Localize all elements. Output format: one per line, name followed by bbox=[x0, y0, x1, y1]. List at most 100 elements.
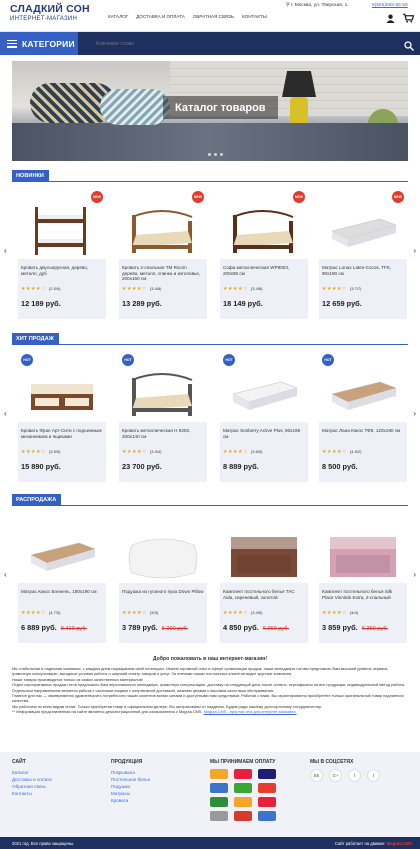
categories-button[interactable]: КАТЕГОРИИ bbox=[0, 32, 78, 55]
slider-dot[interactable] bbox=[214, 153, 217, 156]
banner-slider[interactable]: Каталог товаров bbox=[12, 61, 408, 161]
product-card[interactable]: HOT Кровать металлическая Н 9203, 200х140… bbox=[119, 354, 207, 482]
product-price: 3 859 руб. 6 250 руб. bbox=[322, 623, 404, 632]
product-name[interactable]: Кровать Фран Арт-Сити с подъемным механи… bbox=[21, 428, 103, 445]
carousel-prev-icon[interactable]: ‹ bbox=[4, 570, 7, 579]
product-name[interactable]: Матрас Lonax Latex-Cocos, ТFK, 90х190 см bbox=[322, 265, 404, 282]
price-old: 6 250 руб. bbox=[262, 626, 289, 632]
payment-method-icon bbox=[210, 769, 228, 779]
logo-subtitle: ИНТЕРНЕТ-МАГАЗИН bbox=[10, 16, 78, 22]
rating-stars-icon: ★★★★☆ bbox=[322, 610, 347, 616]
footer-link[interactable]: Обратная связь bbox=[12, 783, 52, 790]
price-current: 13 289 руб. bbox=[122, 299, 162, 308]
search-input[interactable] bbox=[92, 37, 402, 50]
carousel-next-icon[interactable]: › bbox=[413, 570, 416, 579]
carousel-next-icon[interactable]: › bbox=[413, 246, 416, 255]
product-card[interactable]: Комплект постельного белья Silk Place Vi… bbox=[319, 515, 407, 643]
rating-stars: ★★★★☆ (4.5/2) bbox=[322, 449, 404, 455]
product-image[interactable] bbox=[223, 201, 305, 259]
product-name[interactable]: Матрас Кокос Боннель, 180х190 см bbox=[21, 589, 103, 606]
price-old: 5 200 руб. bbox=[161, 626, 188, 632]
rating-stars: ★★★★☆ (3.3/4) bbox=[122, 449, 204, 455]
product-image[interactable] bbox=[322, 364, 404, 422]
product-card[interactable]: Комплект постельного белья TAC Aida, сир… bbox=[220, 515, 308, 643]
nav-catalog[interactable]: Каталог bbox=[108, 14, 128, 19]
product-card[interactable]: NEW Кровать 2-спальная ТМ Ricom дерево, м… bbox=[119, 191, 207, 319]
google-plus-icon[interactable]: G+ bbox=[329, 769, 342, 782]
product-image[interactable] bbox=[122, 525, 204, 583]
product-image[interactable] bbox=[122, 364, 204, 422]
product-name[interactable]: Кровать 2-спальная ТМ Ricom дерево, мета… bbox=[122, 265, 204, 282]
payment-method-icon bbox=[258, 797, 276, 807]
product-image[interactable] bbox=[21, 364, 103, 422]
section-title: РАСПРОДАЖА bbox=[12, 494, 62, 506]
rating-stars: ★★★★☆ (3.4/8) bbox=[122, 286, 204, 292]
moguta-brand[interactable]: Moguta.CMS bbox=[387, 841, 412, 846]
footer-link[interactable]: Контакты bbox=[12, 790, 52, 797]
user-icon[interactable] bbox=[386, 14, 395, 23]
carousel-prev-icon[interactable]: ‹ bbox=[4, 246, 7, 255]
product-name[interactable]: Кровать металлическая Н 9203, 200х140 см bbox=[122, 428, 204, 445]
product-price: 13 289 руб. bbox=[122, 299, 204, 308]
logo[interactable]: СЛАДКИЙ СОН ИНТЕРНЕТ-МАГАЗИН bbox=[10, 3, 100, 23]
product-info: Матрас Лана Кокос ТФК, 120х190 см ★★★★☆ (4… bbox=[319, 422, 407, 482]
footer-link[interactable]: Постельное белье bbox=[111, 776, 150, 783]
product-card[interactable]: Подушка из гусиного пуха Down Pillow ★★★★… bbox=[119, 515, 207, 643]
welcome-block: Добро пожаловать в наш интернет-магазин!… bbox=[12, 656, 408, 715]
product-name[interactable]: Комплект постельного белья Silk Place Vi… bbox=[322, 589, 404, 606]
banner-pillow bbox=[100, 89, 170, 125]
rating-stars: ★★★★☆ (3.5/5) bbox=[21, 449, 103, 455]
cart-icon[interactable] bbox=[403, 13, 414, 23]
product-name[interactable]: Матрас Sonberry Active Plus, 90х195 см bbox=[223, 428, 305, 445]
footer-link[interactable]: Покрывала bbox=[111, 769, 150, 776]
rating-stars-icon: ★★★★☆ bbox=[223, 449, 248, 455]
slider-dot[interactable] bbox=[220, 153, 223, 156]
footer-link[interactable]: Подушки bbox=[111, 783, 150, 790]
product-card[interactable]: HOT Кровать Фран Арт-Сити с подъемным мех… bbox=[18, 354, 106, 482]
product-image[interactable] bbox=[322, 201, 404, 259]
footer-link[interactable]: Доставка и оплата bbox=[12, 776, 52, 783]
product-name[interactable]: Комплект постельного белья TAC Aida, сир… bbox=[223, 589, 305, 606]
product-card[interactable]: NEW Софа металлическая WP9003, 200х90 см ★… bbox=[220, 191, 308, 319]
product-image[interactable] bbox=[21, 525, 103, 583]
footer-link[interactable]: Матрасы bbox=[111, 790, 150, 797]
product-image[interactable] bbox=[122, 201, 204, 259]
twitter-icon[interactable]: t bbox=[367, 769, 380, 782]
product-image[interactable] bbox=[322, 525, 404, 583]
rating-stars: ★★★★☆ (3/3) bbox=[122, 610, 204, 616]
product-name[interactable]: Матрас Лана Кокос ТФК, 120х190 см bbox=[322, 428, 404, 445]
product-price: 3 789 руб. 5 200 руб. bbox=[122, 623, 204, 632]
carousel-prev-icon[interactable]: ‹ bbox=[4, 409, 7, 418]
banner-title[interactable]: Каталог товаров bbox=[163, 96, 278, 119]
footer-link[interactable]: Кровати bbox=[111, 797, 150, 804]
search-icon[interactable] bbox=[404, 38, 414, 56]
carousel-next-icon[interactable]: › bbox=[413, 409, 416, 418]
product-image[interactable] bbox=[223, 525, 305, 583]
product-card[interactable]: HOT Матрас Sonberry Active Plus, 90х195 с… bbox=[220, 354, 308, 482]
product-card[interactable]: HOT Матрас Лана Кокос ТФК, 120х190 см ★★★★… bbox=[319, 354, 407, 482]
phone-link[interactable]: 8(555)555-55-55 bbox=[372, 3, 408, 8]
product-name[interactable]: Подушка из гусиного пуха Down Pillow bbox=[122, 589, 204, 606]
payment-method-icon bbox=[234, 783, 252, 793]
nav-delivery[interactable]: Доставка и оплата bbox=[136, 14, 185, 19]
product-info: Софа металлическая WP9003, 200х90 см ★★★★… bbox=[220, 259, 308, 319]
slider-dot[interactable] bbox=[208, 153, 211, 156]
nav-contacts[interactable]: Контакты bbox=[242, 14, 267, 19]
section-header: РАСПРОДАЖА bbox=[12, 494, 408, 506]
product-card[interactable]: Матрас Кокос Боннель, 180х190 см ★★★★☆ (4.… bbox=[18, 515, 106, 643]
rating-stars: ★★★★☆ (3.4/5) bbox=[223, 610, 305, 616]
facebook-icon[interactable]: f bbox=[348, 769, 361, 782]
product-info: Подушка из гусиного пуха Down Pillow ★★★★… bbox=[119, 583, 207, 643]
product-image[interactable] bbox=[223, 364, 305, 422]
product-image[interactable] bbox=[21, 201, 103, 259]
product-name[interactable]: Софа металлическая WP9003, 200х90 см bbox=[223, 265, 305, 282]
menu-icon bbox=[7, 39, 17, 48]
product-name[interactable]: Кровать двухъярусная, дерево, металл, ду… bbox=[21, 265, 103, 282]
moguta-link[interactable]: Moguta.CMS - простая cms для интернет-ма… bbox=[204, 709, 297, 714]
footer-link[interactable]: Каталог bbox=[12, 769, 52, 776]
product-card[interactable]: NEW Кровать двухъярусная, дерево, металл,… bbox=[18, 191, 106, 319]
rating-stars: ★★★★☆ (3.4/8) bbox=[223, 286, 305, 292]
vk-icon[interactable]: ВК bbox=[310, 769, 323, 782]
nav-feedback[interactable]: Обратная связь bbox=[193, 14, 234, 19]
product-card[interactable]: NEW Матрас Lonax Latex-Cocos, ТFK, 90х190… bbox=[319, 191, 407, 319]
